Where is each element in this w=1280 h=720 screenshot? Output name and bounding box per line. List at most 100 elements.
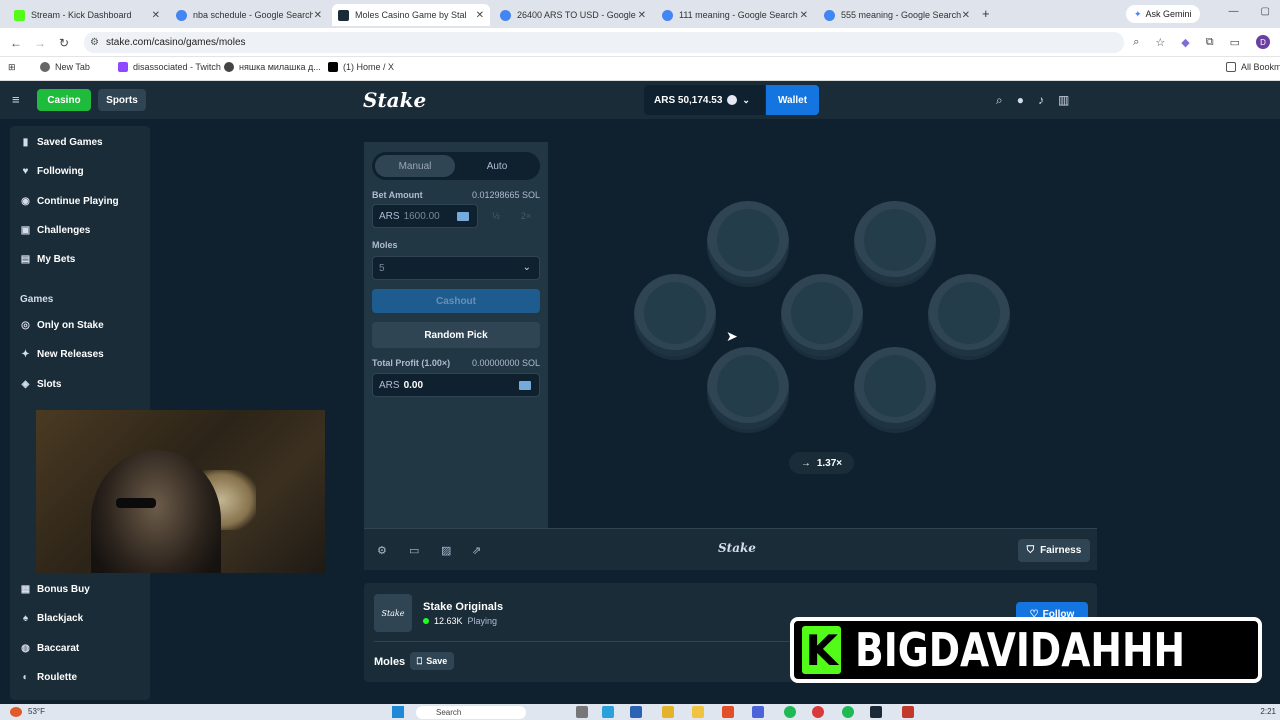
clock[interactable]: 2:21	[1260, 707, 1276, 716]
mole-hole[interactable]	[634, 274, 716, 356]
bookmark-new-tab[interactable]: New Tab	[40, 62, 90, 72]
mole-hole[interactable]	[854, 201, 936, 283]
close-tab-icon[interactable]: ✕	[962, 10, 970, 21]
reload-icon[interactable]: ↻	[59, 36, 69, 50]
balance-selector[interactable]: ARS 50,174.53 ⌄	[644, 85, 765, 115]
app-icon[interactable]	[722, 706, 734, 718]
moles-select[interactable]: 5 ⌄	[372, 256, 540, 280]
bookmark-nyashka[interactable]: няшка милашка д...	[224, 62, 321, 72]
close-tab-icon[interactable]: ✕	[638, 10, 646, 21]
profile-avatar[interactable]: D	[1256, 35, 1270, 49]
close-tab-icon[interactable]: ✕	[152, 10, 160, 21]
tab-111-meaning[interactable]: 111 meaning - Google Search ✕	[656, 4, 814, 26]
footer-stake-logo: Stake	[718, 541, 756, 555]
app-icon[interactable]	[902, 706, 914, 718]
tab-555-meaning[interactable]: 555 meaning - Google Search ✕	[818, 4, 976, 26]
maximize-icon[interactable]: ▢	[1261, 6, 1270, 17]
url-field[interactable]: ⚙ stake.com/casino/games/moles	[84, 32, 1124, 53]
tab-moles-casino[interactable]: Moles Casino Game by Stal ✕	[332, 4, 490, 26]
minimize-icon[interactable]: —	[1229, 6, 1239, 17]
sidebar-item-baccarat[interactable]: ◍ Baccarat	[20, 643, 79, 654]
sidebar-item-following[interactable]: ♥ Following	[20, 166, 84, 177]
back-icon[interactable]: ←	[10, 36, 22, 50]
spotify-icon[interactable]	[842, 706, 854, 718]
mole-hole[interactable]	[928, 274, 1010, 356]
bookmark-star-icon[interactable]: ☆	[1155, 36, 1165, 49]
sidebar-panel-icon[interactable]: ▭	[1230, 36, 1240, 49]
all-bookmarks-label: All Bookm	[1241, 62, 1280, 72]
sidebar-item-challenges[interactable]: ▣ Challenges	[20, 225, 91, 236]
fairness-button[interactable]: ⛉ Fairness	[1018, 539, 1090, 562]
chat-panel-icon[interactable]: ▥	[1058, 93, 1069, 108]
bet-amount-input[interactable]: ARS 1600.00	[372, 204, 478, 228]
game-board: ➤ → 1.37×	[548, 142, 1097, 528]
casino-button[interactable]: Casino	[37, 89, 91, 111]
bookmark-label: disassociated - Twitch	[133, 62, 221, 72]
explorer-icon[interactable]	[692, 706, 704, 718]
chrome-icon[interactable]	[812, 706, 824, 718]
sidebar-item-slots[interactable]: ◈ Slots	[20, 379, 62, 390]
manual-tab[interactable]: Manual	[375, 155, 455, 177]
sidebar-item-saved-games[interactable]: ▮ Saved Games	[20, 137, 103, 148]
save-game-button[interactable]: ⎕ Save	[410, 652, 454, 670]
site-info-icon[interactable]: ⚙	[90, 37, 99, 48]
ask-gemini-button[interactable]: ✦ Ask Gemini	[1126, 5, 1200, 23]
sparkle-icon: ✦	[21, 349, 30, 360]
new-tab-icon[interactable]: +	[982, 6, 990, 21]
popout-icon[interactable]: ⇗	[472, 544, 481, 557]
mole-hole[interactable]	[781, 274, 863, 356]
tab-ars-to-usd[interactable]: 26400 ARS TO USD - Google Se ✕	[494, 4, 652, 26]
taskbar-app-icon[interactable]	[576, 706, 588, 718]
store-icon[interactable]	[630, 706, 642, 718]
settings-gear-icon[interactable]: ⚙	[377, 544, 387, 557]
hamburger-menu-icon[interactable]: ≡	[12, 92, 20, 107]
bell-icon[interactable]: ♪	[1038, 93, 1044, 108]
sidebar-item-new-releases[interactable]: ✦ New Releases	[20, 349, 103, 360]
close-tab-icon[interactable]: ✕	[800, 10, 808, 21]
sports-button[interactable]: Sports	[98, 89, 146, 111]
tab-kick-dashboard[interactable]: Stream - Kick Dashboard ✕	[8, 4, 166, 26]
sidebar-item-roulette[interactable]: ◐ Roulette	[20, 672, 77, 683]
cashout-button[interactable]: Cashout	[372, 289, 540, 313]
extension-icon[interactable]: ◆	[1181, 36, 1189, 49]
random-pick-button[interactable]: Random Pick	[372, 322, 540, 348]
sidebar-item-continue-playing[interactable]: ◉ Continue Playing	[20, 196, 119, 207]
sidebar-item-only-on-stake[interactable]: ◎ Only on Stake	[20, 320, 104, 331]
originals-title[interactable]: Stake Originals	[423, 601, 503, 613]
extensions-puzzle-icon[interactable]: ⧉	[1206, 36, 1214, 49]
stats-chart-icon[interactable]: ▨	[441, 544, 451, 557]
edge-icon[interactable]	[602, 706, 614, 718]
mole-hole[interactable]	[707, 347, 789, 429]
close-tab-icon[interactable]: ✕	[476, 10, 484, 21]
apps-icon[interactable]: ⊞	[8, 62, 16, 73]
zoom-icon[interactable]: ⌕	[1133, 36, 1139, 49]
auto-tab[interactable]: Auto	[457, 155, 537, 177]
stake-originals-logo[interactable]: Stake	[374, 594, 412, 632]
all-bookmarks[interactable]: All Bookm	[1226, 62, 1280, 72]
half-bet-button[interactable]: ½	[482, 205, 510, 227]
taskbar-search[interactable]: Search	[416, 706, 526, 719]
chrome-icon[interactable]	[784, 706, 796, 718]
search-icon[interactable]: ⌕	[996, 93, 1003, 108]
forward-icon[interactable]: →	[34, 36, 46, 50]
bookmark-x-home[interactable]: (1) Home / X	[328, 62, 394, 72]
weather-temp[interactable]: 53°F	[28, 707, 45, 716]
double-bet-button[interactable]: 2×	[512, 205, 540, 227]
mole-hole[interactable]	[707, 201, 789, 283]
sidebar-item-bonus-buy[interactable]: ▦ Bonus Buy	[20, 584, 90, 595]
mole-hole[interactable]	[854, 347, 936, 429]
sidebar-item-blackjack[interactable]: ♠ Blackjack	[20, 613, 83, 624]
files-icon[interactable]	[662, 706, 674, 718]
steam-icon[interactable]	[870, 706, 882, 718]
theatre-mode-icon[interactable]: ▭	[409, 544, 419, 557]
stake-logo[interactable]: Stake	[363, 88, 426, 112]
wallet-button[interactable]: Wallet	[766, 85, 819, 115]
sidebar-item-my-bets[interactable]: ▤ My Bets	[20, 254, 76, 265]
tab-nba-schedule[interactable]: nba schedule - Google Search ✕	[170, 4, 328, 26]
windows-start-icon[interactable]	[392, 706, 404, 718]
bookmark-twitch[interactable]: disassociated - Twitch	[118, 62, 221, 72]
close-tab-icon[interactable]: ✕	[314, 10, 322, 21]
windows-taskbar: 53°F Search 2:21	[0, 704, 1280, 720]
user-icon[interactable]: ●	[1017, 93, 1024, 108]
app-icon[interactable]	[752, 706, 764, 718]
